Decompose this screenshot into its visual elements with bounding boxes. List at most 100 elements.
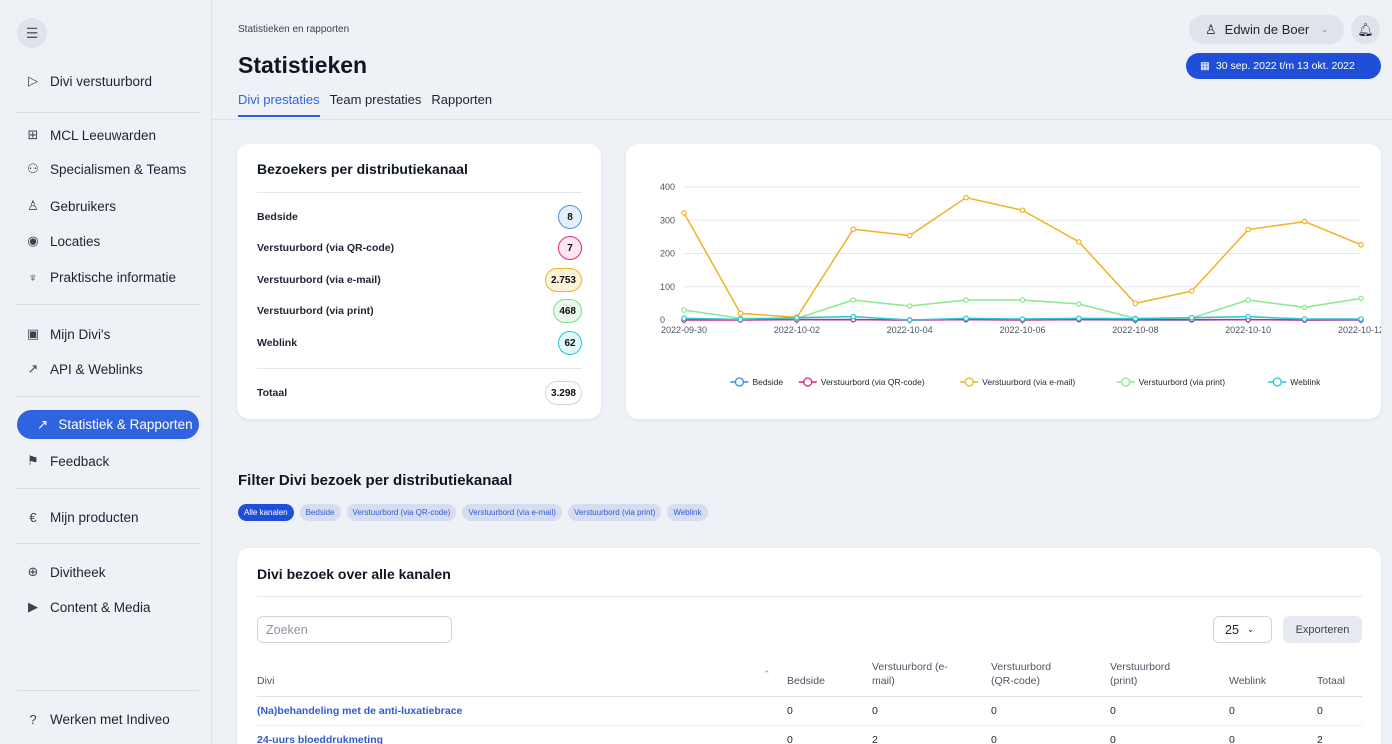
sidebar-item-specialismen[interactable]: ⚇ Specialismen & Teams xyxy=(26,158,186,180)
column-header-print[interactable]: Verstuurbord (print) xyxy=(1110,660,1170,688)
channel-count-badge: 7 xyxy=(558,236,582,260)
sidebar-item-content-media[interactable]: ▶ Content & Media xyxy=(26,596,151,618)
data-point xyxy=(1358,316,1364,322)
table-cell-divi-link[interactable]: (Na)behandeling met de anti-luxatiebrace xyxy=(257,705,462,717)
sidebar-item-statistiek-rapporten[interactable]: ↗ Statistiek & Rapporten xyxy=(17,410,199,439)
chip-alle-kanalen[interactable]: Alle kanalen xyxy=(238,504,294,521)
data-point xyxy=(681,210,687,216)
channel-row-qr: Verstuurbord (via QR-code) 7 xyxy=(257,236,582,260)
user-menu-button[interactable]: ♙ Edwin de Boer ⌄ xyxy=(1189,15,1344,44)
legend-label: Verstuurbord (via print) xyxy=(1139,377,1226,387)
export-button[interactable]: Exporteren xyxy=(1283,616,1362,643)
channel-count-badge: 8 xyxy=(558,205,582,229)
data-point xyxy=(1301,304,1308,311)
data-point xyxy=(1019,316,1026,322)
euro-icon: € xyxy=(29,509,37,525)
divi-icon: ▣ xyxy=(26,326,40,341)
channel-label: Weblink xyxy=(257,337,298,349)
sidebar-item-label: Statistiek & Rapporten xyxy=(58,417,193,432)
column-header-email[interactable]: Verstuurbord (e- mail) xyxy=(872,660,948,688)
y-tick-label: 100 xyxy=(660,282,675,292)
chip-email[interactable]: Verstuurbord (via e-mail) xyxy=(462,504,562,521)
sidebar-divider xyxy=(17,112,199,113)
sidebar-item-label: Mijn Divi's xyxy=(50,326,111,342)
sidebar-item-label: Specialismen & Teams xyxy=(50,161,187,177)
data-point xyxy=(906,303,913,309)
table-cell: 0 xyxy=(872,705,878,717)
sidebar-item-divi-verstuurbord[interactable]: ▷ Divi verstuurbord xyxy=(26,70,152,92)
page-size-select[interactable]: 25 ⌄ xyxy=(1213,616,1272,643)
chevron-down-icon: ⌄ xyxy=(1321,25,1328,34)
bell-icon[interactable]: 🔔︎ xyxy=(1351,15,1380,44)
sidebar-item-mijn-divis[interactable]: ▣ Mijn Divi's xyxy=(26,323,110,345)
legend-marker xyxy=(1272,377,1282,387)
date-range-label: 30 sep. 2022 t/m 13 okt. 2022 xyxy=(1215,60,1355,72)
menu-icon[interactable]: ☰ xyxy=(17,18,47,48)
sidebar-item-mijn-producten[interactable]: € Mijn producten xyxy=(26,506,138,528)
chip-weblink[interactable]: Weblink xyxy=(667,504,708,521)
data-point xyxy=(737,316,744,323)
column-header-totaal[interactable]: Totaal xyxy=(1317,674,1345,688)
table-cell: 0 xyxy=(1110,705,1116,717)
sidebar-item-api-weblinks[interactable]: ↗ API & Weblinks xyxy=(26,358,143,380)
table-cell: 0 xyxy=(1229,734,1235,744)
sidebar-divider xyxy=(17,396,199,397)
breadcrumb: Statistieken en rapporten xyxy=(238,24,350,35)
user-icon: ♙ xyxy=(27,198,39,213)
sidebar-item-label: Werken met Indiveo xyxy=(50,711,170,727)
library-icon: ⊕ xyxy=(27,564,39,579)
table-row-divider xyxy=(257,725,1362,726)
data-point xyxy=(963,315,969,322)
chip-qr-code[interactable]: Verstuurbord (via QR-code) xyxy=(346,504,457,521)
chart-icon: ↗ xyxy=(37,416,49,432)
data-point xyxy=(1019,297,1026,303)
sidebar-item-label: Feedback xyxy=(50,453,110,469)
tab-rapporten[interactable]: Rapporten xyxy=(431,92,492,117)
table-cell: 0 xyxy=(991,705,997,717)
megaphone-icon: ⚑ xyxy=(27,453,39,468)
column-header-qr[interactable]: Verstuurbord (QR-code) xyxy=(991,660,1051,688)
tab-team-prestaties[interactable]: Team prestaties xyxy=(330,92,422,117)
sidebar-item-werken-met-indiveo[interactable]: ? Werken met Indiveo xyxy=(26,708,170,730)
data-point xyxy=(1358,242,1364,248)
column-header-bedside[interactable]: Bedside xyxy=(787,674,825,688)
x-tick-label: 2022-10-08 xyxy=(1112,325,1158,335)
channel-total-row: Totaal 3.298 xyxy=(257,381,582,405)
date-range-button[interactable]: ▦ 30 sep. 2022 t/m 13 okt. 2022 xyxy=(1186,53,1381,79)
column-header-divi[interactable]: Divi xyxy=(257,674,275,688)
x-tick-label: 2022-10-02 xyxy=(774,325,820,335)
data-point xyxy=(850,226,857,233)
page-size-value: 25 xyxy=(1225,622,1239,637)
sidebar-item-label: Content & Media xyxy=(50,599,151,615)
sidebar-item-mcl-leeuwarden[interactable]: ⊞ MCL Leeuwarden xyxy=(26,124,157,146)
tab-divi-prestaties[interactable]: Divi prestaties xyxy=(238,92,320,117)
data-point xyxy=(963,297,969,303)
sidebar-item-divitheek[interactable]: ⊕ Divitheek xyxy=(26,561,106,583)
sort-icon[interactable]: ⌃ xyxy=(763,667,771,681)
sidebar-item-feedback[interactable]: ⚑ Feedback xyxy=(26,450,109,472)
link-icon: ↗ xyxy=(27,361,39,376)
data-point xyxy=(1245,297,1251,303)
info-icon: ♆ xyxy=(28,269,38,285)
sidebar-item-label: Divi verstuurbord xyxy=(50,73,153,89)
x-tick-label: 2022-10-06 xyxy=(999,325,1045,335)
line-chart: 0 100 200 300 400 2022-09-30 2022-10-02 2022-10… xyxy=(660,182,1381,387)
y-tick-label: 200 xyxy=(660,249,675,259)
table-card: Divi bezoek over alle kanalen Zoeken 25 … xyxy=(237,548,1381,744)
data-point xyxy=(1076,239,1082,245)
play-icon: ▶ xyxy=(28,599,38,614)
channel-row-weblink: Weblink 62 xyxy=(257,331,582,355)
chip-bedside[interactable]: Bedside xyxy=(299,504,341,521)
sidebar-item-gebruikers[interactable]: ♙ Gebruikers xyxy=(26,195,116,217)
search-input[interactable]: Zoeken xyxy=(257,616,452,643)
card-divider xyxy=(257,596,1362,597)
sidebar-item-praktische-informatie[interactable]: ♆ Praktische informatie xyxy=(26,266,176,288)
hospital-icon: ⊞ xyxy=(27,127,39,142)
sidebar-item-locaties[interactable]: ◉ Locaties xyxy=(26,230,100,252)
data-point xyxy=(737,310,744,317)
table-cell-divi-link[interactable]: 24-uurs bloeddrukmeting xyxy=(257,734,383,744)
legend-marker xyxy=(964,377,974,387)
channel-label: Verstuurbord (via e-mail) xyxy=(257,274,381,286)
chip-print[interactable]: Verstuurbord (via print) xyxy=(567,504,662,521)
column-header-weblink[interactable]: Weblink xyxy=(1229,674,1266,688)
